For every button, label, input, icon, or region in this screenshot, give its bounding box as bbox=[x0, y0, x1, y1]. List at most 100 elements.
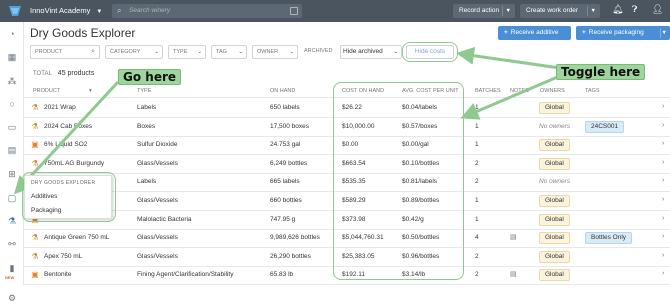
chevron-right-icon[interactable]: › bbox=[662, 177, 664, 184]
chevron-right-icon[interactable]: › bbox=[662, 103, 664, 110]
chevron-right-icon[interactable]: › bbox=[662, 270, 664, 277]
chevron-right-icon[interactable]: › bbox=[662, 215, 664, 222]
plus-icon: + bbox=[504, 29, 508, 36]
hide-costs-toggle[interactable]: Hide costs bbox=[406, 45, 454, 59]
box-icon[interactable]: ▢ bbox=[6, 192, 18, 204]
lab-icon[interactable]: ⚯ bbox=[6, 238, 18, 250]
batches-cell: 2 bbox=[475, 252, 479, 260]
category-filter[interactable]: CATEGORY ⌄ bbox=[105, 45, 163, 59]
toggle-here-callout: Toggle here bbox=[556, 64, 646, 80]
grapes-icon[interactable]: ⁂ bbox=[6, 75, 18, 87]
col-on-hand[interactable]: ON HAND bbox=[270, 88, 295, 94]
col-batches[interactable]: BATCHES bbox=[475, 88, 501, 94]
product-filter-label: PRODUCT bbox=[35, 49, 63, 55]
total-summary: TOTAL 45 products bbox=[33, 70, 94, 77]
on-hand-cell: 660 bottles bbox=[270, 197, 302, 204]
archived-label: ARCHIVED bbox=[304, 48, 333, 54]
owner-badge: No owners bbox=[539, 178, 571, 186]
chevron-right-icon[interactable]: › bbox=[662, 196, 664, 203]
chevron-right-icon[interactable]: › bbox=[662, 252, 664, 259]
tag-badge[interactable]: Bottles Only bbox=[585, 232, 633, 245]
product-type-icon: ⚗ bbox=[31, 103, 39, 112]
user-icon[interactable]: 👤︎ bbox=[652, 4, 663, 15]
chevron-right-icon[interactable]: › bbox=[662, 233, 664, 240]
owner-badge: Global bbox=[539, 250, 570, 263]
divider bbox=[502, 6, 503, 16]
search-placeholder: Search winery bbox=[129, 7, 171, 14]
note-icon[interactable]: ▤ bbox=[510, 233, 517, 241]
product-cell[interactable]: 2024 Cab Boxes bbox=[44, 123, 92, 130]
search-icon: ⌕ bbox=[117, 6, 122, 15]
help-icon[interactable]: ❓︎ bbox=[632, 4, 637, 15]
col-type[interactable]: TYPE bbox=[137, 88, 151, 94]
dashboard-icon[interactable]: ◔ bbox=[6, 28, 18, 40]
record-action-button[interactable]: Record action ▼ bbox=[453, 4, 515, 18]
batches-cell: 2 bbox=[475, 159, 479, 167]
product-type-icon: ⚗ bbox=[31, 158, 39, 168]
col-notes[interactable]: NOTES bbox=[510, 88, 529, 94]
type-cell: Glass/Vessels bbox=[137, 252, 178, 260]
type-cell: Glass/Vessels bbox=[137, 197, 178, 204]
type-cell: Fining Agent/Clarification/Stability bbox=[137, 271, 234, 279]
sort-arrow-icon[interactable]: ▾ bbox=[89, 88, 92, 94]
receive-packaging-button[interactable]: + Receive packaging ▼ bbox=[576, 26, 670, 40]
chevron-right-icon[interactable]: › bbox=[662, 159, 664, 166]
col-product[interactable]: PRODUCT bbox=[33, 88, 60, 94]
col-tags[interactable]: TAGS bbox=[585, 88, 600, 94]
new-badge: NEW bbox=[5, 275, 15, 280]
on-hand-cell: 747.95 g bbox=[270, 215, 296, 223]
on-hand-cell: 26,290 bottles bbox=[270, 252, 311, 260]
product-cell[interactable]: Antique Green 750 mL bbox=[44, 234, 109, 241]
type-cell: Malolactic Bacteria bbox=[137, 215, 192, 223]
chevron-right-icon[interactable]: › bbox=[662, 140, 664, 147]
product-cell[interactable]: 750mL AG Burgundy bbox=[44, 160, 104, 167]
search-icon: ⌕ bbox=[91, 48, 95, 55]
batches-cell: 2 bbox=[475, 178, 479, 186]
grid-icon[interactable]: ⊞ bbox=[6, 168, 18, 180]
receive-additive-button[interactable]: + Receive additive bbox=[498, 26, 571, 40]
create-work-order-button[interactable]: Create work order ▼ bbox=[520, 4, 600, 18]
dry-goods-icon[interactable]: ⚗ bbox=[6, 215, 18, 227]
product-filter[interactable]: PRODUCT ⌕ bbox=[30, 45, 100, 59]
record-action-label: Record action bbox=[459, 7, 500, 14]
archived-select[interactable]: Hide archived ⌄ bbox=[340, 45, 402, 59]
type-cell: Boxes bbox=[137, 122, 156, 130]
chevron-down-icon: ⌄ bbox=[289, 49, 294, 55]
owner-badge: Global bbox=[539, 157, 570, 170]
batches-cell: 1 bbox=[475, 197, 479, 204]
notification-bell-icon[interactable]: 🔔︎ bbox=[612, 4, 623, 15]
clipboard-icon[interactable]: ▤ bbox=[6, 144, 18, 156]
owner-badge: Global bbox=[539, 195, 570, 207]
reports-icon[interactable]: ▮ bbox=[6, 262, 18, 274]
go-here-callout: Go here bbox=[118, 69, 182, 85]
on-hand-cell: 650 labels bbox=[270, 104, 300, 111]
chevron-right-icon[interactable]: › bbox=[662, 122, 664, 129]
product-cell[interactable]: 2021 Wrap bbox=[44, 104, 76, 111]
product-cell[interactable]: 6% Liquid SO2 bbox=[44, 141, 87, 148]
calendar-icon[interactable]: ▦ bbox=[6, 51, 18, 63]
chevron-down-icon: ▼ bbox=[505, 8, 511, 14]
sidebar: ◔ ▦ ⁂ ○ ▭ ▤ ⊞ ▢ ⚗ ⚯ ▮ NEW ⚙ bbox=[0, 22, 24, 303]
tag-filter[interactable]: TAG ⌄ bbox=[211, 45, 247, 59]
owner-filter[interactable]: OWNER ⌄ bbox=[252, 45, 298, 59]
type-cell: Sulfur Dioxide bbox=[137, 141, 178, 149]
scan-icon[interactable] bbox=[290, 7, 298, 15]
org-switcher[interactable]: InnoVint Academy ▼ bbox=[30, 6, 102, 15]
type-filter[interactable]: TYPE ⌄ bbox=[168, 45, 206, 59]
search-input[interactable]: ⌕ Search winery bbox=[112, 4, 302, 18]
type-filter-label: TYPE bbox=[173, 49, 188, 55]
vessel-icon[interactable]: ○ bbox=[6, 98, 18, 110]
innovint-logo-icon[interactable] bbox=[8, 4, 22, 18]
settings-icon[interactable]: ⚙ bbox=[6, 292, 18, 304]
barrel-icon[interactable]: ▭ bbox=[6, 121, 18, 133]
product-cell[interactable]: Apex 750 mL bbox=[44, 253, 82, 260]
owner-badge: Global bbox=[539, 102, 570, 114]
product-cell[interactable]: Bentonite bbox=[44, 271, 71, 278]
chevron-down-icon: ▼ bbox=[590, 8, 596, 14]
tag-badge[interactable]: 24CS001 bbox=[585, 120, 625, 133]
col-owners[interactable]: OWNERS bbox=[540, 88, 565, 94]
org-name: InnoVint Academy bbox=[30, 6, 91, 15]
total-value: 45 products bbox=[57, 70, 95, 77]
note-icon[interactable]: ▤ bbox=[510, 270, 517, 278]
arrow-to-hide-costs bbox=[456, 46, 561, 70]
